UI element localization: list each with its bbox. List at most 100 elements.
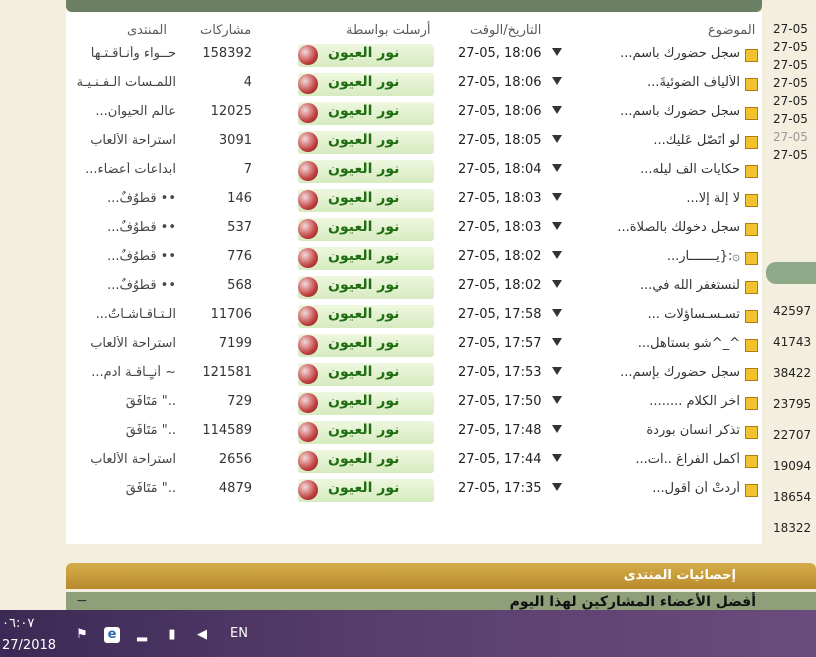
table-row: سجل دخولك بالصلاة... 27-05, 18:03 نور العي… (66, 215, 762, 244)
arrow-down-icon[interactable] (552, 222, 562, 230)
forum-link[interactable]: استراحة الألعاب (70, 452, 176, 467)
user-badge[interactable]: نور العيون (298, 247, 434, 270)
user-badge[interactable]: نور العيون (298, 276, 434, 299)
post-datetime: 27-05, 18:02 (458, 278, 542, 293)
forum-link[interactable]: •• قطوُفٌ... (70, 191, 176, 206)
arrow-down-icon[interactable] (552, 77, 562, 85)
header-posts: مشاركات (200, 23, 252, 38)
arrow-down-icon[interactable] (552, 193, 562, 201)
user-badge[interactable]: نور العيون (298, 131, 434, 154)
arrow-down-icon[interactable] (552, 367, 562, 375)
topic-link[interactable]: آخر الكلام ........ (590, 394, 740, 409)
post-count: 568 (227, 278, 252, 293)
topic-link[interactable]: سجل دخولك بالصلاة... (590, 220, 740, 235)
arrow-down-icon[interactable] (552, 338, 562, 346)
topic-icon (745, 455, 758, 468)
topic-link[interactable]: أردتْ أن أقول... (590, 481, 740, 496)
topic-link[interactable]: لا إلة إلّا... (590, 191, 740, 206)
user-badge[interactable]: نور العيون (298, 334, 434, 357)
forum-link[interactable]: .." مَتَآفَقَ (70, 394, 176, 409)
forum-link[interactable]: .." مَتَآفَقَ (70, 481, 176, 496)
topic-link[interactable]: حكايات الف ليله... (590, 162, 740, 177)
topic-link[interactable]: الأليآف الضوئيةَ... (590, 75, 740, 90)
user-badge[interactable]: نور العيون (298, 218, 434, 241)
forum-link[interactable]: •• قطوُفٌ... (70, 220, 176, 235)
user-badge[interactable]: نور العيون (298, 189, 434, 212)
user-badge[interactable]: نور العيون (298, 102, 434, 125)
arrow-down-icon[interactable] (552, 454, 562, 462)
topic-link[interactable]: تذكر انسان بوردة (590, 423, 740, 438)
forum-link[interactable]: .." مَتَآفَقَ (70, 423, 176, 438)
arrow-down-icon[interactable] (552, 483, 562, 491)
forum-link[interactable]: •• قطوُفٌ... (70, 278, 176, 293)
post-datetime: 27-05, 18:06 (458, 75, 542, 90)
topic-link[interactable]: ^_^شو بستاهل... (590, 336, 740, 351)
post-datetime: 27-05, 18:05 (458, 133, 542, 148)
topic-link[interactable]: سجل حضورك باسم... (590, 104, 740, 119)
forum-link[interactable]: عالم الحيوان... (70, 104, 176, 119)
user-badge[interactable]: نور العيون (298, 44, 434, 67)
forum-link[interactable]: •• قطوُفٌ... (70, 249, 176, 264)
battery-icon[interactable]: ▮ (164, 627, 180, 643)
right-date: 27-05 (773, 58, 808, 72)
edge-icon[interactable]: e (104, 627, 120, 643)
right-count: 23795 (773, 397, 812, 411)
arrow-down-icon[interactable] (552, 425, 562, 433)
user-badge[interactable]: نور العيون (298, 392, 434, 415)
topic-link[interactable]: أكمل الفراغ ..آت... (590, 452, 740, 467)
user-badge[interactable]: نور العيون (298, 421, 434, 444)
username: نور العيون (328, 248, 400, 264)
collapse-icon[interactable]: − (76, 593, 88, 609)
avatar (298, 219, 318, 239)
username: نور العيون (328, 45, 400, 61)
taskbar-time[interactable]: ٠٦:٠٧ (2, 616, 34, 631)
user-badge[interactable]: نور العيون (298, 305, 434, 328)
forum-link[interactable]: استراحة الألعاب (70, 336, 176, 351)
arrow-down-icon[interactable] (552, 106, 562, 114)
user-badge[interactable]: نور العيون (298, 479, 434, 502)
topic-link[interactable]: ۞:{يـــــــآر... (590, 249, 740, 264)
topic-icon (745, 165, 758, 178)
forum-link[interactable]: ~ أنـٍـآقـة آدم... (70, 365, 176, 380)
arrow-down-icon[interactable] (552, 280, 562, 288)
topic-link[interactable]: تسـسـساؤلات ... (590, 307, 740, 322)
right-green-tab (766, 262, 816, 284)
forum-link[interactable]: ابداعات أعضاء... (70, 162, 176, 177)
language-indicator[interactable]: EN (230, 626, 248, 641)
taskbar-date[interactable]: 27/2018 (2, 638, 56, 653)
right-count: 41743 (773, 335, 812, 349)
avatar (298, 103, 318, 123)
header-subject: الموضوع (708, 23, 756, 38)
forum-link[interactable]: اللمـسات الـفـنـيـة (70, 75, 176, 90)
arrow-down-icon[interactable] (552, 309, 562, 317)
arrow-down-icon[interactable] (552, 251, 562, 259)
arrow-down-icon[interactable] (552, 164, 562, 172)
post-count: 4 (243, 75, 252, 90)
forum-link[interactable]: استراحة الألعاب (70, 133, 176, 148)
forum-stats-bar[interactable]: إحصائيات المنتدى (66, 563, 816, 589)
table-row: سجل حضورك بإسم... 27-05, 17:53 نور العيون 1… (66, 360, 762, 389)
flag-icon[interactable]: ⚑ (74, 627, 90, 643)
user-badge[interactable]: نور العيون (298, 450, 434, 473)
volume-icon[interactable]: ◀ (194, 627, 210, 643)
topic-link[interactable]: سجل حضورك بإسم... (590, 365, 740, 380)
topic-link[interactable]: لُو أتَصّل عَليك... (590, 133, 740, 148)
username: نور العيون (328, 335, 400, 351)
right-date: 27-05 (773, 40, 808, 54)
forum-link[interactable]: حــواء وأنـاقـتـها (70, 46, 176, 61)
top-members-bar[interactable]: − أفضل الأعضاء المشاركين لهذا اليوم (66, 592, 816, 612)
avatar (298, 45, 318, 65)
signal-icon[interactable]: ▂ (134, 627, 150, 643)
arrow-down-icon[interactable] (552, 135, 562, 143)
right-date: 27-05 (773, 22, 808, 36)
user-badge[interactable]: نور العيون (298, 363, 434, 386)
right-date: 27-05 (773, 76, 808, 90)
right-column: 27-05 27-05 27-05 27-05 27-05 27-05 27-05 27-05… (762, 0, 816, 610)
user-badge[interactable]: نور العيون (298, 73, 434, 96)
forum-link[interactable]: الـتـآقـآشـآتٌ... (70, 307, 176, 322)
arrow-down-icon[interactable] (552, 396, 562, 404)
topic-link[interactable]: لنستغفر الله في... (590, 278, 740, 293)
arrow-down-icon[interactable] (552, 48, 562, 56)
topic-link[interactable]: سجل حضورك بأسم... (590, 46, 740, 61)
user-badge[interactable]: نور العيون (298, 160, 434, 183)
